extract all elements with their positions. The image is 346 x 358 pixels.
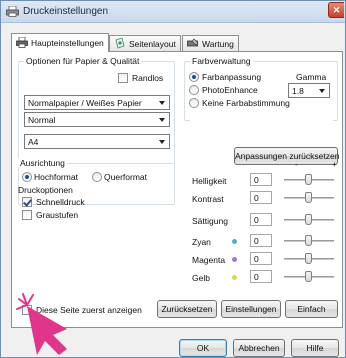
saturation-slider-thumb[interactable] (305, 214, 312, 225)
help-button[interactable]: Hilfe (291, 339, 339, 357)
yellow-input[interactable]: 0 (250, 270, 272, 283)
cyan-input[interactable]: 0 (250, 234, 272, 247)
scale-min-label: - (295, 159, 298, 169)
tab-page-layout[interactable]: Seitenlayout (109, 35, 181, 51)
fast-print-checkbox[interactable] (22, 197, 32, 207)
tab-label: Wartung (202, 39, 234, 49)
ok-button[interactable]: OK (179, 339, 227, 357)
cyan-slider-thumb[interactable] (305, 235, 312, 246)
magenta-slider-thumb[interactable] (305, 253, 312, 264)
select-value: 1.8 (292, 86, 304, 96)
settings-button[interactable]: Einstellungen (221, 300, 281, 318)
print-options-label: Druckoptionen (18, 185, 73, 195)
color-adjust-radio[interactable] (189, 72, 199, 82)
contrast-slider-thumb[interactable] (305, 192, 312, 203)
close-button[interactable]: ✕ (328, 2, 344, 18)
annotation-arrow-icon (16, 293, 67, 355)
borderless-label: Randlos (132, 73, 164, 83)
gamma-label: Gamma (296, 72, 327, 82)
reset-adjustments-button[interactable]: Anpassungen zurücksetzen (234, 147, 339, 165)
tab-main-settings[interactable]: Haupteinstellungen (11, 33, 109, 52)
grayscale-label: Graustufen (36, 210, 79, 220)
magenta-dot-icon (232, 257, 237, 262)
close-icon: ✕ (332, 5, 341, 15)
no-color-radio[interactable] (189, 98, 199, 108)
group-label: Optionen für Papier & Qualität (24, 56, 142, 66)
chevron-down-icon (319, 89, 325, 93)
grayscale-checkbox[interactable] (22, 210, 32, 220)
contrast-label: Kontrast (192, 194, 224, 204)
brightness-input[interactable]: 0 (250, 173, 272, 186)
group-label: Farbverwaltung (190, 56, 253, 66)
paper-size-select[interactable]: A4 (24, 134, 170, 149)
saturation-input[interactable]: 0 (250, 213, 272, 226)
color-adjust-label: Farbanpassung (202, 72, 262, 82)
chevron-down-icon (159, 118, 165, 122)
contrast-input[interactable]: 0 (250, 191, 272, 204)
tab-maintenance[interactable]: Wartung (182, 35, 239, 51)
magenta-label: Magenta (192, 255, 226, 265)
yellow-dot-icon (232, 275, 237, 280)
media-type-select[interactable]: Normalpapier / Weißes Papier (24, 95, 170, 110)
fast-print-label: Schnelldruck (36, 197, 85, 207)
simple-mode-button[interactable]: Einfach (285, 300, 338, 318)
color-preview-area (190, 116, 333, 146)
tab-label: Seitenlayout (129, 39, 176, 49)
select-value: A4 (28, 137, 39, 147)
brightness-slider-thumb[interactable] (305, 174, 312, 185)
portrait-label: Hochformat (34, 172, 78, 182)
title-bar: Druckeinstellungen ✕ (1, 1, 345, 23)
landscape-label: Querformat (104, 172, 147, 182)
maintenance-icon (187, 38, 199, 47)
group-label: Ausrichtung (18, 158, 67, 168)
no-color-label: Keine Farbabstimmung (202, 98, 290, 108)
brightness-label: Helligkeit (192, 176, 227, 186)
yellow-label: Gelb (192, 273, 210, 283)
print-settings-dialog: Druckeinstellungen ✕ Haupteinstellungen … (0, 0, 346, 358)
portrait-radio[interactable] (22, 172, 32, 182)
reset-button[interactable]: Zurücksetzen (157, 300, 217, 318)
printer-tab-icon (16, 37, 28, 48)
photo-enhance-radio[interactable] (189, 85, 199, 95)
printer-icon (6, 6, 19, 17)
gamma-select[interactable]: 1.8 (288, 83, 330, 98)
saturation-label: Sättigung (192, 216, 228, 226)
cyan-label: Zyan (192, 237, 211, 247)
magenta-input[interactable]: 0 (250, 252, 272, 265)
cyan-dot-icon (232, 239, 237, 244)
chevron-down-icon (159, 101, 165, 105)
cancel-button[interactable]: Abbrechen (233, 339, 285, 357)
page-layout-icon (115, 38, 125, 49)
select-value: Normalpapier / Weißes Papier (28, 98, 142, 108)
quality-select[interactable]: Normal (24, 112, 170, 127)
landscape-radio[interactable] (92, 172, 102, 182)
window-title: Druckeinstellungen (23, 6, 109, 17)
main-settings-panel: Optionen für Papier & Qualität Randlos N… (11, 51, 343, 328)
scale-max-label: + (332, 159, 337, 169)
borderless-checkbox[interactable] (118, 73, 128, 83)
tab-label: Haupteinstellungen (31, 38, 104, 48)
chevron-down-icon (159, 140, 165, 144)
photo-enhance-label: PhotoEnhance (202, 85, 258, 95)
yellow-slider-thumb[interactable] (305, 271, 312, 282)
select-value: Normal (28, 115, 56, 125)
